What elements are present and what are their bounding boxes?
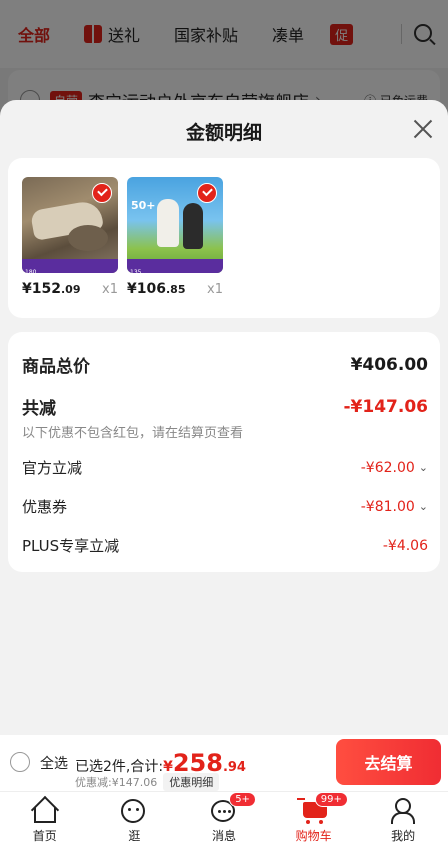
product-image[interactable]: 50+ 135 — [127, 177, 223, 273]
product-image[interactable]: 180 — [22, 177, 118, 273]
price-decimal: .85 — [165, 283, 186, 296]
sheet-title: 金额明细 — [185, 122, 262, 144]
total-reduction-value: -¥147.06 — [343, 396, 429, 417]
product-item[interactable]: 50+ 135 ¥ 106 .85 x1 — [127, 177, 223, 297]
cart-count-badge: 99+ — [314, 792, 348, 807]
product-image-stripe-text: 135 — [130, 269, 142, 273]
nav-label: 购物车 — [295, 829, 332, 843]
official-discount-label: 官方立减 — [22, 459, 83, 477]
product-image-stripe: 180 — [22, 259, 118, 273]
coupon-value: -¥81.00 — [360, 498, 415, 515]
checked-icon[interactable] — [92, 183, 112, 203]
price-symbol: ¥ — [22, 281, 32, 297]
product-quantity: x1 — [207, 282, 223, 297]
user-icon — [390, 798, 416, 824]
product-photo-detail — [68, 225, 108, 251]
chevron-down-icon[interactable]: ⌄ — [419, 461, 428, 474]
discount-summary: 优惠减:¥147.06 优惠明细 — [75, 773, 220, 791]
official-discount-value: -¥62.00 — [360, 459, 415, 476]
product-quantity: x1 — [102, 282, 118, 297]
product-price-row: ¥ 106 .85 x1 — [127, 281, 223, 297]
nav-item-profile[interactable]: 我的 — [358, 792, 448, 850]
price-main: 152 — [31, 281, 61, 297]
nav-item-home[interactable]: 首页 — [0, 792, 90, 850]
price-decimal: .09 — [60, 283, 81, 296]
home-icon — [30, 795, 59, 825]
total-reduction-label: 共减 — [22, 399, 56, 419]
price-summary-card: 商品总价 ¥406.00 共减 -¥147.06 以下优惠不包含红包，请在结算页… — [8, 332, 440, 572]
chevron-down-icon[interactable]: ⌄ — [419, 500, 428, 513]
user-shape — [390, 798, 416, 824]
product-photo-detail — [183, 203, 203, 249]
checkout-button[interactable]: 去结算 — [336, 739, 441, 785]
checkout-bar: 全选 已选2件,合计: ¥ 258 .94 优惠减:¥147.06 优惠明细 去… — [0, 735, 448, 791]
discount-detail-link[interactable]: 优惠明细 — [163, 773, 220, 791]
select-all-radio[interactable] — [10, 752, 30, 772]
plus-discount-value: -¥4.06 — [382, 537, 428, 554]
nav-label: 消息 — [211, 829, 236, 843]
official-discount-row[interactable]: 官方立减 -¥62.00 ⌄ — [22, 457, 428, 478]
goods-total-label: 商品总价 — [22, 357, 90, 377]
product-price-row: ¥ 152 .09 x1 — [22, 281, 118, 297]
close-icon[interactable] — [412, 118, 434, 140]
total-reduction-row: 共减 -¥147.06 — [22, 394, 429, 420]
reduction-note: 以下优惠不包含红包，请在结算页查看 — [22, 426, 244, 441]
home-icon-body — [33, 807, 56, 823]
nav-label: 逛 — [128, 829, 141, 843]
amount-detail-sheet: 金额明细 180 ¥ 152 .09 x1 50+ 135 ¥ 106 .85 … — [0, 100, 448, 735]
nav-item-cart[interactable]: 99+ 购物车 — [269, 792, 359, 850]
coupon-row[interactable]: 优惠券 -¥81.00 ⌄ — [22, 496, 428, 517]
browse-face-shape — [121, 799, 146, 823]
discount-text: 优惠减:¥147.06 — [75, 776, 158, 789]
nav-item-messages[interactable]: 5+ 消息 — [179, 792, 269, 850]
nav-label: 首页 — [32, 829, 57, 843]
select-all-label[interactable]: 全选 — [40, 753, 68, 773]
goods-total-value: ¥406.00 — [350, 354, 428, 375]
products-card: 180 ¥ 152 .09 x1 50+ 135 ¥ 106 .85 x1 — [8, 158, 440, 318]
nav-label: 我的 — [391, 829, 416, 843]
checked-icon[interactable] — [197, 183, 217, 203]
nav-item-browse[interactable]: 逛 — [90, 792, 180, 850]
plus-discount-row: PLUS专享立减 -¥4.06 — [22, 535, 428, 556]
price-main: 106 — [136, 281, 166, 297]
product-image-text: 50+ — [131, 199, 156, 212]
product-photo — [157, 199, 179, 247]
price-symbol: ¥ — [127, 281, 137, 297]
goods-total-row: 商品总价 ¥406.00 — [22, 352, 428, 378]
browse-face-icon — [121, 798, 147, 824]
product-image-stripe-text: 180 — [25, 269, 37, 273]
bottom-nav: 首页 逛 5+ 消息 99+ 购物车 我的 — [0, 791, 448, 850]
product-item[interactable]: 180 ¥ 152 .09 x1 — [22, 177, 118, 297]
plus-discount-label: PLUS专享立减 — [22, 537, 120, 555]
message-count-badge: 5+ — [229, 792, 256, 807]
product-image-stripe: 135 — [127, 259, 223, 273]
total-decimal: .94 — [222, 760, 246, 775]
coupon-label: 优惠券 — [22, 498, 68, 516]
